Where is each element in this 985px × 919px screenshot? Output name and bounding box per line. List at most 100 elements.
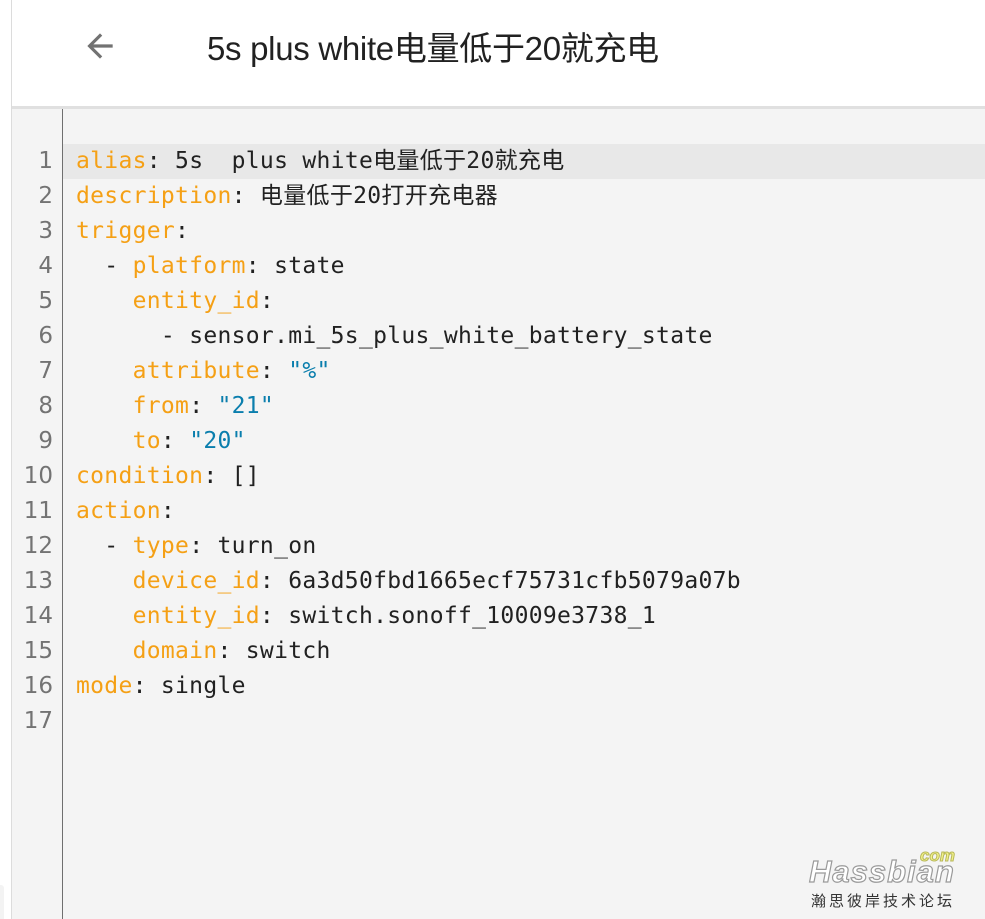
yaml-value: 5s plus white电量低于20就充电: [175, 148, 565, 174]
code-line[interactable]: 5 entity_id:: [12, 284, 985, 319]
list-dash: -: [104, 533, 133, 559]
watermark-logo: com Hassbian 瀚思彼岸技术论坛: [805, 846, 975, 914]
watermark-brand: Hassbian: [808, 853, 955, 889]
yaml-key: mode: [76, 673, 133, 699]
key-separator: :: [203, 463, 232, 489]
yaml-key: trigger: [76, 218, 176, 244]
line-number: 17: [23, 708, 53, 734]
code-content[interactable]: [63, 704, 985, 739]
yaml-key: attribute: [132, 358, 260, 384]
code-content[interactable]: entity_id:: [63, 284, 985, 319]
line-number: 16: [23, 673, 53, 699]
line-number: 13: [23, 568, 53, 594]
code-line[interactable]: 12 - type: turn_on: [12, 529, 985, 564]
key-separator: :: [259, 568, 289, 594]
yaml-value: []: [231, 463, 260, 489]
yaml-key: device_id: [132, 568, 260, 594]
code-content[interactable]: entity_id: switch.sonoff_10009e3738_1: [63, 599, 985, 634]
line-number: 1: [38, 148, 53, 174]
code-line[interactable]: 4 - platform: state: [12, 249, 985, 284]
code-content[interactable]: to: "20": [63, 424, 985, 459]
line-number: 7: [38, 358, 53, 384]
key-separator: :: [189, 393, 218, 419]
list-dash: -: [104, 253, 133, 279]
yaml-value: switch.sonoff_10009e3738_1: [288, 603, 657, 629]
code-line[interactable]: 10 condition: []: [12, 459, 985, 494]
key-separator: :: [231, 183, 260, 209]
key-separator: :: [175, 218, 190, 244]
yaml-value: state: [274, 253, 345, 279]
code-line[interactable]: 7 attribute: "%": [12, 354, 985, 389]
list-dash: -: [160, 323, 190, 349]
code-line[interactable]: 9 to: "20": [12, 424, 985, 459]
code-line[interactable]: 2 description: 电量低于20打开充电器: [12, 179, 985, 214]
app-header: 5s plus white电量低于20就充电: [12, 0, 985, 109]
code-line[interactable]: 1 alias: 5s plus white电量低于20就充电: [12, 144, 985, 179]
code-content[interactable]: device_id: 6a3d50fbd1665ecf75731cfb5079a…: [63, 564, 985, 599]
key-separator: :: [160, 498, 176, 524]
code-line[interactable]: 8 from: "21": [12, 389, 985, 424]
key-separator: :: [132, 673, 161, 699]
yaml-key: condition: [76, 463, 204, 489]
code-content[interactable]: trigger:: [63, 214, 985, 249]
code-content[interactable]: - sensor.mi_5s_plus_white_battery_state: [63, 319, 985, 354]
line-number: 10: [23, 463, 53, 489]
line-number: 2: [38, 183, 53, 209]
code-content[interactable]: - type: turn_on: [63, 529, 985, 564]
yaml-key: entity_id: [132, 603, 260, 629]
code-content[interactable]: from: "21": [63, 389, 985, 424]
code-line[interactable]: 15 domain: switch: [12, 634, 985, 669]
line-number: 15: [23, 638, 53, 664]
code-line[interactable]: 17: [12, 704, 985, 739]
line-number: 9: [38, 428, 53, 454]
line-number: 14: [23, 603, 53, 629]
yaml-string-value: "20": [189, 428, 246, 454]
line-number: 8: [38, 393, 53, 419]
key-separator: :: [259, 358, 289, 384]
key-separator: :: [160, 428, 190, 454]
code-line[interactable]: 13 device_id: 6a3d50fbd1665ecf75731cfb50…: [12, 564, 985, 599]
key-separator: :: [245, 253, 275, 279]
yaml-key: from: [132, 393, 190, 419]
code-content[interactable]: - platform: state: [63, 249, 985, 284]
yaml-key: entity_id: [132, 288, 260, 314]
back-button[interactable]: [80, 26, 120, 66]
side-strip: [0, 0, 12, 919]
yaml-key: alias: [76, 148, 147, 174]
yaml-code-editor[interactable]: 1 alias: 5s plus white电量低于20就充电 2 descripti…: [12, 109, 985, 919]
yaml-value: switch: [245, 638, 331, 664]
line-number: 11: [23, 498, 53, 524]
code-line[interactable]: 3 trigger:: [12, 214, 985, 249]
code-content[interactable]: mode: single: [63, 669, 985, 704]
watermark-subtitle: 瀚思彼岸技术论坛: [811, 892, 956, 910]
yaml-value: sensor.mi_5s_plus_white_battery_state: [189, 323, 713, 349]
yaml-key: domain: [132, 638, 218, 664]
line-number: 6: [38, 323, 53, 349]
code-line[interactable]: 6 - sensor.mi_5s_plus_white_battery_stat…: [12, 319, 985, 354]
code-line[interactable]: 16 mode: single: [12, 669, 985, 704]
yaml-key: platform: [132, 253, 246, 279]
code-content[interactable]: attribute: "%": [63, 354, 985, 389]
code-line[interactable]: 14 entity_id: switch.sonoff_10009e3738_1: [12, 599, 985, 634]
code-content[interactable]: action:: [63, 494, 985, 529]
code-content[interactable]: domain: switch: [63, 634, 985, 669]
yaml-value: single: [160, 673, 246, 699]
code-content[interactable]: description: 电量低于20打开充电器: [63, 179, 985, 214]
code-content[interactable]: condition: []: [63, 459, 985, 494]
code-line[interactable]: 11 action:: [12, 494, 985, 529]
line-number: 5: [38, 288, 53, 314]
code-content[interactable]: alias: 5s plus white电量低于20就充电: [63, 144, 985, 179]
key-separator: :: [189, 533, 218, 559]
yaml-string-value: "21": [217, 393, 275, 419]
yaml-key: to: [132, 428, 161, 454]
yaml-key: description: [76, 183, 232, 209]
key-separator: :: [259, 603, 289, 629]
